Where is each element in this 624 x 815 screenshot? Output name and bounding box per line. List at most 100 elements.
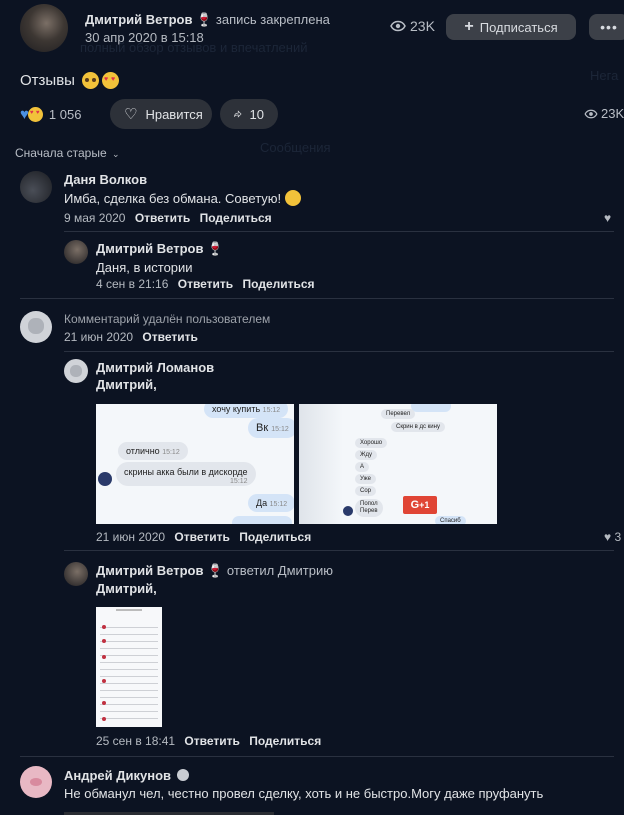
chat-bubble: хочу купить 15:12	[204, 404, 289, 418]
comment-text: Дмитрий,	[96, 377, 157, 392]
chat-bubble	[232, 516, 292, 524]
like-button[interactable]: ♡ Нравится	[110, 99, 212, 129]
heart-outline-icon: ♡	[124, 106, 138, 123]
wine-glass-icon: 🍷	[207, 563, 224, 578]
reply-link[interactable]: Ответить	[135, 211, 190, 225]
share-link[interactable]: Поделиться	[200, 211, 272, 225]
chat-bubble	[411, 404, 451, 412]
divider	[64, 231, 614, 232]
reaction-count: 1 056	[48, 107, 82, 122]
chat-bubble: А	[355, 462, 370, 472]
comment-like-icon[interactable]: ♥ 3	[604, 530, 621, 544]
background-ghost-text: Нега	[590, 68, 619, 83]
share-link[interactable]: Поделиться	[249, 734, 321, 748]
share-count: 10	[249, 106, 264, 122]
chat-bubble: скрины акка были в дискорде 15:12	[116, 462, 256, 486]
comment-reply-item: Дмитрий Ветров 🍷 Даня, в истории 4 сен в…	[64, 238, 624, 294]
commenter-avatar[interactable]	[20, 171, 52, 203]
sort-label: Сначала старые	[15, 146, 107, 160]
photo-attachment[interactable]: Перевел Скрин в дс кину Хорошо Жду А Уже…	[299, 404, 497, 524]
mini-header	[116, 609, 142, 611]
comment-date[interactable]: 21 июн 2020	[96, 530, 165, 544]
commenter-name[interactable]: Дмитрий Ветров 🍷 ответил Дмитрию	[96, 563, 333, 579]
comment-meta: 21 июн 2020 Ответить	[64, 330, 198, 344]
comment-text: Не обманул чел, честно провел сделку, хо…	[64, 786, 544, 801]
blurred-sidebar	[299, 404, 343, 524]
chat-bubble: Попол Перев	[355, 499, 383, 517]
more-options-button[interactable]: •••	[589, 14, 624, 40]
comment-item: Андрей Дикунов Не обманул чел, честно пр…	[20, 764, 624, 815]
post-text-content: Отзывы	[20, 72, 75, 89]
subscribe-button[interactable]: + Подписаться	[446, 14, 576, 40]
comment-like-icon[interactable]: ♥	[604, 211, 611, 225]
photo-attachment[interactable]	[96, 607, 162, 727]
reply-link[interactable]: Ответить	[178, 277, 233, 291]
chat-avatar	[98, 472, 112, 486]
chat-bubble: Сор	[355, 486, 377, 496]
chat-bubble: Жду	[355, 450, 378, 460]
post-author-name[interactable]: Дмитрий Ветров	[85, 12, 192, 27]
chat-bubble: Хорошо	[355, 438, 388, 448]
comment-date[interactable]: 9 мая 2020	[64, 211, 125, 225]
share-link[interactable]: Поделиться	[239, 530, 311, 544]
comments-sort-dropdown[interactable]: Сначала старые ⌄	[15, 146, 120, 160]
commenter-avatar[interactable]	[20, 766, 52, 798]
chat-avatar	[343, 506, 353, 516]
commenter-name[interactable]: Андрей Дикунов	[64, 768, 189, 783]
comment-text: Даня, в истории	[96, 260, 193, 275]
background-ghost-text: Сообщения	[260, 140, 331, 155]
comment-date[interactable]: 21 июн 2020	[64, 330, 133, 344]
commenter-avatar[interactable]	[64, 240, 88, 264]
comment-item: Даня Волков Имба, сделка без обмана. Сов…	[20, 169, 624, 227]
mini-avatar	[102, 701, 106, 705]
comment-deleted-item: Комментарий удалён пользователем 21 июн …	[20, 309, 624, 349]
eye-icon	[584, 109, 598, 118]
post-header: Дмитрий Ветров 🍷 запись закреплена 30 ап…	[20, 4, 624, 52]
wine-glass-icon: 🍷	[196, 12, 213, 27]
commenter-name[interactable]: Дмитрий Ломанов	[96, 360, 214, 375]
commenter-name[interactable]: Даня Волков	[64, 172, 147, 187]
commenter-avatar[interactable]	[64, 562, 88, 586]
deleted-user-avatar[interactable]	[64, 359, 88, 383]
divider	[64, 550, 614, 551]
chat-bubble: Да 15:12	[248, 494, 294, 512]
divider	[20, 298, 614, 299]
google-plus-badge: G +1	[403, 496, 437, 514]
reply-link[interactable]: Ответить	[184, 734, 239, 748]
heart-eyes-icon: ♥ ♥	[101, 72, 119, 89]
deleted-comment-text: Комментарий удалён пользователем	[64, 312, 271, 326]
plus-icon: +	[464, 18, 474, 35]
post-author[interactable]: Дмитрий Ветров 🍷 запись закреплена	[85, 12, 330, 28]
comment-meta: 4 сен в 21:16 Ответить Поделиться	[96, 277, 315, 291]
alien-icon	[176, 769, 189, 781]
photo-attachment[interactable]: хочу купить 15:12 Вк 15:12 отлично 15:12…	[96, 404, 294, 524]
pig-face-icon	[30, 778, 42, 786]
reply-link[interactable]: Ответить	[174, 530, 229, 544]
reactions-summary[interactable]: ♥ ♥ ♥ 1 056	[20, 106, 81, 123]
post-date[interactable]: 30 апр 2020 в 15:18	[85, 30, 204, 45]
post-author-avatar[interactable]	[20, 4, 68, 52]
comment-date[interactable]: 25 сен в 18:41	[96, 734, 175, 748]
mini-avatar	[102, 655, 106, 659]
post-text: Отзывы ♥ ♥	[20, 72, 119, 89]
right-views-count: 23K	[601, 106, 624, 121]
like-label: Нравится	[145, 106, 203, 122]
post-actions: ♥ ♥ ♥ 1 056 ♡ Нравится 10 23K	[20, 99, 624, 129]
mini-avatar	[102, 717, 106, 721]
chat-bubble: отлично 15:12	[118, 442, 188, 460]
chat-bubble: Скрин в дс кину	[391, 422, 445, 432]
chat-bubble: Вк 15:12	[248, 418, 294, 438]
deleted-user-avatar	[20, 311, 52, 343]
chat-bubble: Перевел	[381, 409, 416, 419]
reply-link[interactable]: Ответить	[142, 330, 197, 344]
comment-text: Имба, сделка без обмана. Советую!	[64, 190, 301, 206]
chat-bubble: Уже	[355, 474, 376, 484]
comment-reply-item: Дмитрий Ломанов Дмитрий, хочу купить 15:…	[64, 357, 624, 547]
chat-bubble: Спасиб	[435, 516, 466, 524]
heart-eyes-icon: ♥ ♥	[27, 107, 43, 122]
comment-date[interactable]: 4 сен в 21:16	[96, 277, 168, 291]
share-link[interactable]: Поделиться	[243, 277, 315, 291]
share-button[interactable]: 10	[220, 99, 278, 129]
commenter-name[interactable]: Дмитрий Ветров 🍷	[96, 241, 223, 257]
views-counter: 23K	[390, 18, 435, 34]
